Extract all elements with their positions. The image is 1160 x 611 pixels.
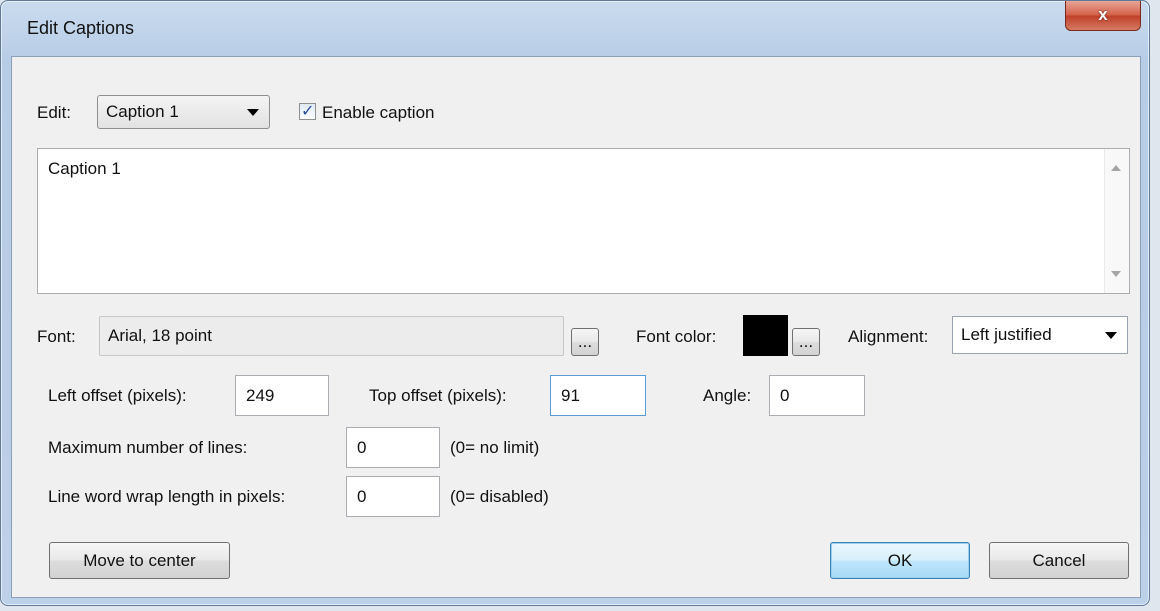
dialog-window: Edit Captions x Edit: Caption 1 ✓ Enable… [0, 0, 1150, 606]
move-to-center-button[interactable]: Move to center [49, 542, 230, 579]
font-browse-label: ... [577, 332, 593, 351]
scroll-down-icon[interactable] [1111, 271, 1121, 277]
font-color-label: Font color: [636, 327, 717, 346]
max-lines-value: 0 [357, 437, 367, 457]
top-offset-label: Top offset (pixels): [369, 386, 507, 405]
angle-input[interactable]: 0 [769, 375, 865, 416]
ok-button[interactable]: OK [830, 542, 970, 579]
left-offset-value: 249 [246, 385, 275, 405]
ok-label: OK [887, 550, 913, 570]
max-lines-input[interactable]: 0 [346, 427, 440, 468]
edit-caption-select[interactable]: Caption 1 [97, 95, 270, 129]
top-offset-input[interactable]: 91 [550, 375, 646, 416]
chevron-down-icon [1105, 332, 1117, 339]
wrap-length-value: 0 [357, 486, 367, 506]
font-color-browse-button[interactable]: ... [792, 328, 820, 356]
scroll-up-icon[interactable] [1111, 165, 1121, 171]
font-color-swatch [743, 315, 788, 356]
cancel-label: Cancel [1032, 550, 1086, 570]
font-label: Font: [37, 327, 76, 346]
dialog-client-area: Edit: Caption 1 ✓ Enable caption Caption… [11, 56, 1141, 598]
enable-caption-label[interactable]: Enable caption [322, 103, 434, 123]
wrap-length-label: Line word wrap length in pixels: [48, 487, 286, 506]
top-offset-value: 91 [561, 385, 580, 405]
font-color-browse-label: ... [798, 332, 814, 351]
vertical-scrollbar[interactable] [1104, 149, 1129, 293]
alignment-label: Alignment: [848, 327, 929, 346]
max-lines-label: Maximum number of lines: [48, 438, 248, 457]
cancel-button[interactable]: Cancel [989, 542, 1129, 579]
font-display-field: Arial, 18 point [99, 316, 564, 356]
max-lines-hint: (0= no limit) [450, 438, 540, 457]
angle-label: Angle: [703, 386, 752, 405]
move-to-center-label: Move to center [83, 550, 196, 570]
font-value: Arial, 18 point [108, 326, 212, 345]
enable-caption-checkbox[interactable]: ✓ [299, 103, 316, 120]
alignment-select[interactable]: Left justified [952, 316, 1128, 354]
wrap-length-input[interactable]: 0 [346, 476, 440, 517]
caption-text: Caption 1 [48, 159, 121, 178]
chevron-down-icon [247, 109, 259, 116]
close-icon[interactable]: x [1065, 1, 1141, 31]
angle-value: 0 [780, 385, 790, 405]
font-browse-button[interactable]: ... [571, 328, 599, 356]
edit-caption-select-value: Caption 1 [106, 102, 179, 121]
wrap-length-hint: (0= disabled) [450, 487, 549, 506]
edit-label: Edit: [37, 103, 72, 122]
caption-text-area[interactable]: Caption 1 [37, 148, 1130, 294]
alignment-select-value: Left justified [961, 325, 1052, 344]
window-title: Edit Captions [27, 18, 135, 38]
checkmark-icon: ✓ [301, 103, 315, 120]
left-offset-input[interactable]: 249 [235, 375, 329, 416]
left-offset-label: Left offset (pixels): [48, 386, 187, 405]
title-bar: Edit Captions x [1, 1, 1149, 55]
